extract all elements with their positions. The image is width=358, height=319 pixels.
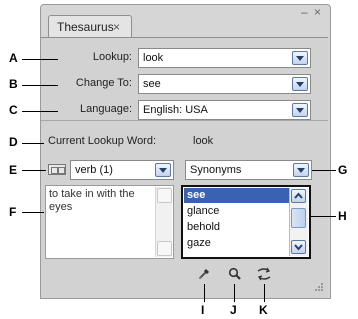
list-item[interactable]: see: [184, 188, 291, 203]
callout-g: G: [338, 163, 348, 177]
callout-a: A: [9, 51, 18, 65]
scroll-thumb[interactable]: [291, 208, 306, 228]
leader-line: [264, 284, 265, 302]
leader-line: [204, 284, 205, 302]
chevron-down-icon[interactable]: [155, 163, 171, 177]
callout-i: I: [201, 303, 205, 317]
part-of-speech-select[interactable]: verb (1): [70, 160, 174, 180]
leader-line: [22, 143, 44, 144]
scroll-up-icon: [157, 188, 172, 203]
eyedropper-icon[interactable]: [196, 266, 212, 282]
leader-line: [22, 111, 58, 112]
chevron-down-icon[interactable]: [293, 163, 309, 177]
callout-h: H: [338, 209, 347, 223]
callout-f: F: [9, 205, 17, 219]
callout-j: J: [230, 303, 237, 317]
callout-c: C: [9, 103, 18, 117]
language-select[interactable]: English: USA: [138, 100, 311, 120]
close-panel-button[interactable]: ×: [314, 5, 321, 19]
leader-line: [311, 216, 336, 217]
magnifier-icon[interactable]: [227, 266, 243, 282]
leader-line: [22, 59, 58, 60]
pos-value: verb (1): [75, 164, 113, 176]
tab-close-icon[interactable]: ×: [113, 16, 120, 38]
leader-line: [22, 170, 46, 171]
resize-grip-icon[interactable]: [312, 280, 324, 292]
leader-line: [22, 212, 44, 213]
list-item[interactable]: glance: [184, 204, 291, 219]
relation-value: Synonyms: [190, 164, 242, 176]
relation-select[interactable]: Synonyms: [185, 160, 312, 180]
change-to-combo[interactable]: see: [138, 74, 311, 94]
scroll-down-button[interactable]: [291, 240, 306, 254]
callout-e: E: [9, 163, 18, 177]
list-item[interactable]: gaze: [184, 236, 291, 254]
definition-box[interactable]: to take in with the eyes: [45, 185, 174, 259]
callout-k: K: [259, 303, 268, 317]
callout-b: B: [9, 77, 18, 91]
scroll-down-icon: [157, 241, 172, 256]
leader-line: [234, 284, 235, 302]
definition-text: to take in with the eyes: [49, 188, 135, 213]
leader-line: [22, 85, 58, 86]
language-value: English: USA: [143, 104, 208, 116]
divider: [41, 120, 328, 121]
current-lookup-value: look: [193, 135, 214, 147]
scroll-up-button[interactable]: [291, 189, 306, 203]
chevron-down-icon[interactable]: [292, 103, 308, 117]
synonym-list[interactable]: see glance behold gaze: [181, 185, 311, 259]
replace-icon[interactable]: [255, 266, 271, 282]
list-item[interactable]: behold: [184, 220, 291, 235]
minimize-button[interactable]: –: [301, 5, 308, 19]
tab-thesaurus[interactable]: Thesaurus ×: [48, 15, 132, 37]
synonym-scrollbar[interactable]: [289, 188, 308, 256]
chevron-down-icon[interactable]: [292, 77, 308, 91]
lookup-label: Lookup:: [92, 51, 132, 63]
change-to-value: see: [143, 78, 161, 90]
tab-title: Thesaurus: [57, 20, 114, 34]
callout-d: D: [9, 135, 18, 149]
lookup-value: look: [143, 52, 164, 64]
current-lookup-label: Current Lookup Word:: [48, 135, 157, 147]
lookup-combo[interactable]: look: [138, 48, 311, 68]
language-label: Language:: [80, 103, 132, 115]
leader-line: [312, 170, 336, 171]
definition-scrollbar: [155, 187, 172, 257]
change-to-label: Change To:: [75, 77, 132, 89]
chevron-down-icon[interactable]: [292, 51, 308, 65]
dictionary-icon[interactable]: [48, 164, 66, 175]
